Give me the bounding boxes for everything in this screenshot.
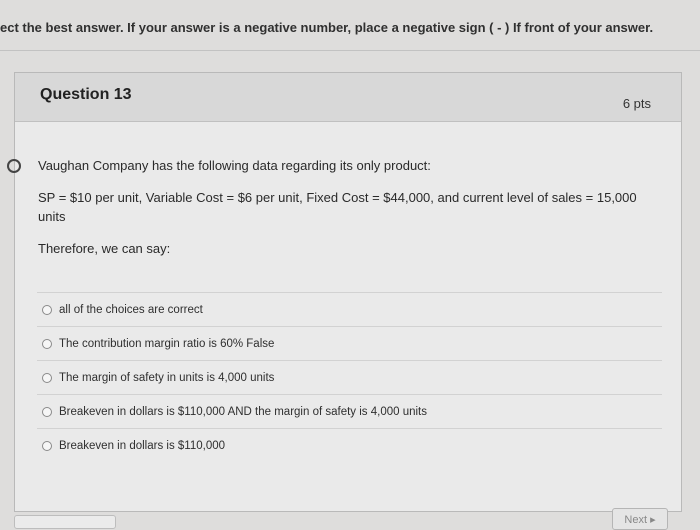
answer-list: all of the choices are correct The contr…	[37, 292, 662, 462]
answer-label: The contribution margin ratio is 60% Fal…	[59, 337, 275, 350]
question-text-2: SP = $10 per unit, Variable Cost = $6 pe…	[38, 190, 637, 224]
radio-button-icon[interactable]	[42, 406, 52, 417]
next-button[interactable]: Next ▸	[612, 508, 668, 530]
question-text-1: Vaughan Company has the following data r…	[38, 158, 431, 173]
answer-option[interactable]: Breakeven in dollars is $110,000 AND the…	[37, 394, 662, 428]
answer-option[interactable]: The contribution margin ratio is 60% Fal…	[37, 326, 662, 360]
radio-button-icon[interactable]	[42, 338, 52, 349]
question-card: Question 13 6 pts Vaughan Company has th…	[7, 72, 682, 512]
radio-button-icon[interactable]	[42, 304, 52, 315]
radio-button-icon[interactable]	[42, 372, 52, 383]
answer-option[interactable]: Breakeven in dollars is $110,000	[37, 428, 662, 462]
radio-button-icon[interactable]	[42, 440, 52, 451]
answer-label: Breakeven in dollars is $110,000	[59, 439, 226, 452]
question-marker-icon	[7, 159, 21, 173]
answer-label: The margin of safety in units is 4,000 u…	[59, 371, 275, 384]
previous-button[interactable]	[14, 515, 116, 529]
instruction-text: ect the best answer. If your answer is a…	[0, 20, 654, 35]
answer-option[interactable]: all of the choices are correct	[37, 292, 662, 326]
divider	[0, 50, 700, 51]
question-text-3: Therefore, we can say:	[38, 241, 171, 256]
answer-label: all of the choices are correct	[59, 303, 203, 316]
question-title: Question 13	[40, 86, 132, 103]
answer-option[interactable]: The margin of safety in units is 4,000 u…	[37, 360, 662, 394]
answer-label: Breakeven in dollars is $110,000 AND the…	[59, 405, 427, 418]
question-header: Question 13 6 pts	[15, 73, 681, 122]
question-points: 6 pts	[622, 96, 651, 111]
